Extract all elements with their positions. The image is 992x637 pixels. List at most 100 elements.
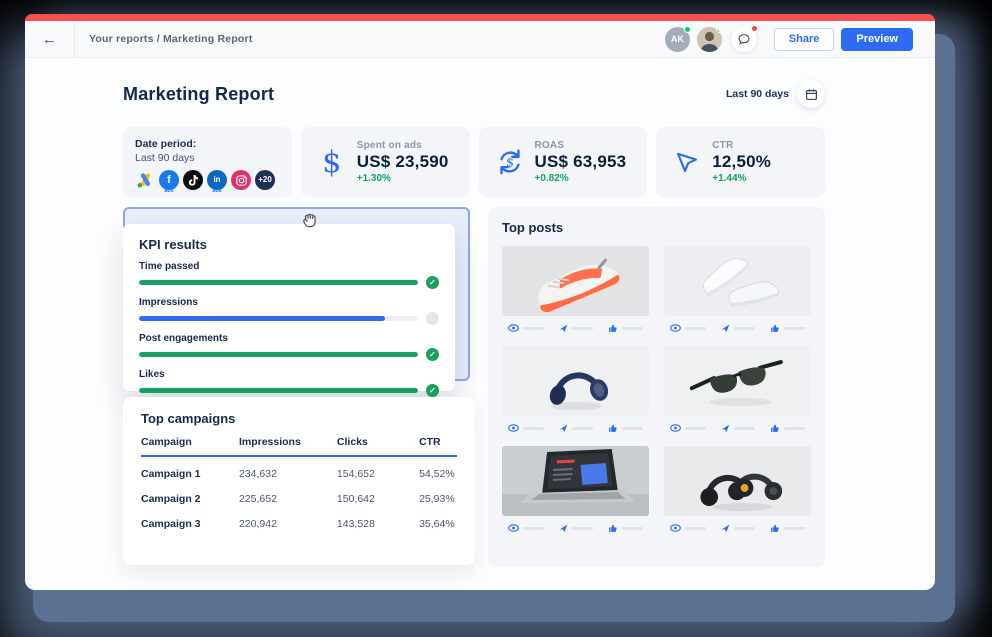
facebook-ads-sublabel: ads <box>164 188 173 194</box>
metric-label: Time passed <box>139 261 439 272</box>
post-image-sunglasses[interactable] <box>664 346 811 416</box>
kpi-label: Spent on ads <box>357 140 449 151</box>
like-stat <box>608 423 643 433</box>
avatar-ak[interactable]: AK <box>665 27 690 52</box>
comments-button[interactable] <box>731 26 757 52</box>
google-ads-icon <box>135 170 155 190</box>
progress-fill <box>139 316 385 321</box>
stat-placeholder <box>622 327 643 330</box>
kpi-delta: +0.82% <box>535 173 627 184</box>
instagram-icon <box>231 170 251 190</box>
share-stat <box>721 523 755 533</box>
online-status-dot <box>684 26 691 33</box>
status-circle <box>426 384 439 397</box>
chat-bubble-icon <box>737 32 751 46</box>
post-stats <box>664 516 811 533</box>
kpi-label: CTR <box>712 140 771 151</box>
calendar-button[interactable] <box>797 80 825 108</box>
ctr-value: 25,93% <box>419 482 457 507</box>
avatar-photo[interactable] <box>697 27 722 52</box>
more-channels-badge[interactable]: +20 <box>255 170 275 190</box>
stat-placeholder <box>784 327 805 330</box>
like-icon <box>770 523 780 533</box>
table-row: Campaign 1 234,632 154,652 54,52% <box>141 456 457 482</box>
date-period-tile: Date period: Last 90 days f ads <box>123 127 292 197</box>
facebook-letter: f <box>167 175 171 186</box>
post-white-sneakers <box>664 246 811 333</box>
post-image-blue-headphones[interactable] <box>502 346 649 416</box>
linkedin-letters: in <box>213 176 220 184</box>
summary-tiles-row: Date period: Last 90 days f ads <box>123 127 825 197</box>
stat-placeholder <box>523 527 544 530</box>
metric-label: Likes <box>139 369 439 380</box>
progress-track <box>139 388 418 393</box>
stat-placeholder <box>734 327 755 330</box>
title-row: Marketing Report Last 90 days <box>123 80 825 108</box>
metric-likes: Likes <box>139 369 439 397</box>
col-campaign: Campaign <box>141 436 239 456</box>
kpi-value: US$ 23,590 <box>357 152 449 172</box>
post-blue-headphones <box>502 346 649 433</box>
share-icon <box>559 524 568 533</box>
kpi-delta: +1.44% <box>712 173 771 184</box>
like-stat <box>770 423 805 433</box>
stat-placeholder <box>622 527 643 530</box>
svg-text:$: $ <box>506 156 514 170</box>
views-stat <box>670 523 706 533</box>
clicks-value: 150,642 <box>337 482 419 507</box>
share-stat <box>559 323 593 333</box>
post-image-orange-sneaker[interactable] <box>502 246 649 316</box>
col-clicks: Clicks <box>337 436 419 456</box>
share-button-label: Share <box>789 33 820 45</box>
post-stats <box>502 316 649 333</box>
like-stat <box>770 523 805 533</box>
post-image-black-headphones[interactable] <box>664 446 811 516</box>
stat-placeholder <box>784 527 805 530</box>
campaigns-table: Campaign Impressions Clicks CTR Campaign… <box>141 436 457 532</box>
impressions-value: 234,632 <box>239 456 337 482</box>
breadcrumb[interactable]: Your reports / Marketing Report <box>89 33 253 45</box>
window-top-accent-bar <box>25 14 935 21</box>
table-row: Campaign 2 225,652 150,642 25,93% <box>141 482 457 507</box>
stat-placeholder <box>572 327 593 330</box>
progress-track <box>139 280 418 285</box>
views-icon <box>508 324 519 332</box>
topbar: ← Your reports / Marketing Report AK <box>25 21 935 58</box>
table-row: Campaign 3 220,942 143,528 35,64% <box>141 507 457 532</box>
kpi-results-card[interactable]: KPI results Time passed Impressions <box>123 224 455 391</box>
report-content: Marketing Report Last 90 days Date perio… <box>25 58 835 567</box>
metric-label: Impressions <box>139 297 439 308</box>
share-icon <box>559 424 568 433</box>
post-image-laptop[interactable] <box>502 446 649 516</box>
col-ctr: CTR <box>419 436 457 456</box>
share-button[interactable]: Share <box>774 28 835 51</box>
avatar-initials: AK <box>671 34 684 44</box>
date-range-label[interactable]: Last 90 days <box>726 88 789 100</box>
post-stats <box>664 416 811 433</box>
post-image-white-sneakers[interactable] <box>664 246 811 316</box>
status-circle <box>426 312 439 325</box>
like-icon <box>608 423 618 433</box>
share-stat <box>559 423 593 433</box>
top-posts-title: Top posts <box>502 220 811 235</box>
stat-placeholder <box>784 427 805 430</box>
calendar-icon <box>805 88 818 101</box>
clicks-value: 143,528 <box>337 507 419 532</box>
back-button[interactable]: ← <box>25 21 75 57</box>
views-stat <box>508 523 544 533</box>
linkedin-ads-icon: in ads <box>207 170 227 190</box>
campaign-name: Campaign 3 <box>141 507 239 532</box>
like-stat <box>770 323 805 333</box>
views-icon <box>670 424 681 432</box>
page-title: Marketing Report <box>123 84 274 105</box>
kpi-label: ROAS <box>535 140 627 151</box>
metric-impressions: Impressions <box>139 297 439 325</box>
stat-placeholder <box>622 427 643 430</box>
progress-fill <box>139 352 418 357</box>
impressions-value: 220,942 <box>239 507 337 532</box>
preview-button-label: Preview <box>856 33 898 45</box>
preview-button[interactable]: Preview <box>841 28 913 51</box>
topbar-right-cluster: AK Share Preview <box>665 26 935 52</box>
status-circle <box>426 276 439 289</box>
views-icon <box>508 424 519 432</box>
